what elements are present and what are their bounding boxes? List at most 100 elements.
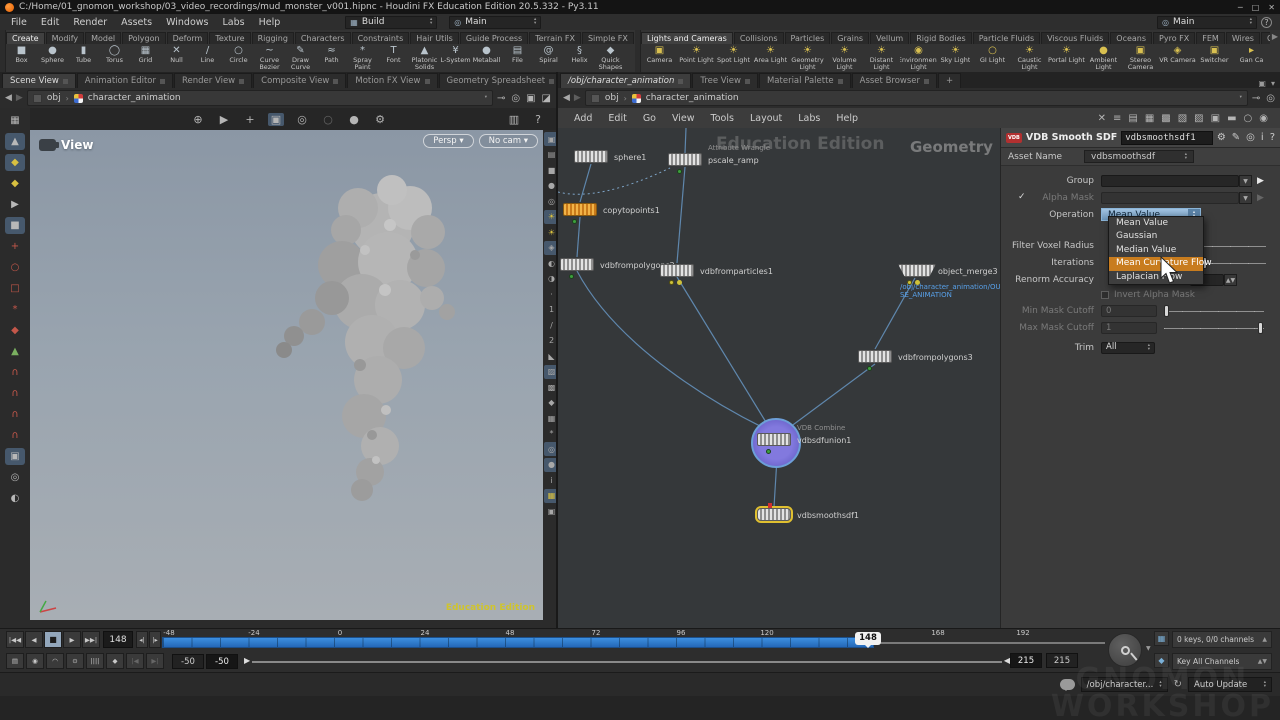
select-tool-icon[interactable]: ▶: [216, 113, 232, 126]
update-mode-combo[interactable]: Auto Update ▴▾: [1188, 677, 1272, 692]
group-input[interactable]: [1101, 175, 1239, 187]
key-mode-combo[interactable]: Key All Channels▲▼: [1172, 653, 1272, 670]
menu-item[interactable]: Windows: [159, 17, 215, 28]
window-button[interactable]: ✕: [1268, 3, 1275, 12]
shelf-tool[interactable]: ~Curve Bezier: [254, 44, 285, 72]
info-display-icon[interactable]: i: [544, 473, 556, 487]
shelf-tool[interactable]: /Line: [192, 44, 223, 72]
pane-tab[interactable]: Asset Browser: [852, 73, 937, 88]
max-mask-cutoff-input[interactable]: 1: [1101, 322, 1157, 334]
magnifier-icon[interactable]: ◎: [1246, 132, 1255, 143]
range-end-input[interactable]: 215: [1010, 653, 1042, 668]
orbit-mode-icon[interactable]: ◎: [5, 469, 25, 486]
shelf-tool[interactable]: *Spray Paint: [347, 44, 378, 72]
snap-grid-icon[interactable]: ◆: [5, 154, 25, 171]
key-dropdown-icon[interactable]: ▼: [1146, 645, 1151, 652]
radial-menu-icon[interactable]: ◎: [1266, 93, 1275, 104]
shelf-tool[interactable]: ✎Draw Curve: [285, 44, 316, 72]
pane-tab[interactable]: Tree View: [692, 73, 758, 88]
shelf-tab[interactable]: Grains: [831, 32, 869, 44]
play-reverse-button[interactable]: ◀: [25, 631, 43, 648]
tab-close-icon[interactable]: [924, 79, 929, 84]
menu-item[interactable]: Help: [252, 17, 288, 28]
network-node[interactable]: vdbfrompolygons3: [858, 350, 892, 363]
network-menu-item[interactable]: Help: [828, 113, 866, 124]
shelf-tab[interactable]: Lights and Cameras: [641, 32, 733, 44]
help-icon[interactable]: ?: [1270, 132, 1275, 143]
shelf-tool[interactable]: ▣Stereo Camera: [1122, 44, 1159, 72]
background-image-icon[interactable]: ▨: [544, 365, 556, 379]
pane-tab[interactable]: +: [938, 73, 961, 88]
flipbook-icon[interactable]: ▦: [1154, 631, 1169, 646]
network-menu-item[interactable]: Tools: [703, 113, 742, 124]
shelf-tool[interactable]: ☀Distant Light: [863, 44, 900, 72]
translate-tool-icon[interactable]: +: [5, 238, 25, 255]
timeline-played-range[interactable]: [162, 637, 874, 648]
asset-name-combo[interactable]: vdbsmoothsdf ▴▾: [1084, 150, 1194, 163]
node-body[interactable]: [660, 264, 694, 277]
shelf-tool[interactable]: ◉Environment Light: [900, 44, 937, 72]
alpha-mask-checkbox[interactable]: ✓: [1018, 192, 1026, 202]
tab-close-icon[interactable]: [63, 79, 68, 84]
viewport-help-icon[interactable]: ?: [530, 113, 546, 126]
persp-button[interactable]: Persp ▾: [423, 134, 473, 148]
angle-display-icon[interactable]: ◣: [544, 349, 556, 363]
network-node[interactable]: copytopoints1: [563, 203, 597, 216]
soft-magnet-icon[interactable]: ∩: [5, 364, 25, 381]
export-view-icon[interactable]: ▣: [544, 504, 556, 518]
transform-tool-icon[interactable]: +: [242, 113, 258, 126]
view-menu-icon[interactable]: [39, 139, 56, 151]
node-body[interactable]: [757, 433, 791, 446]
net-box-icon[interactable]: ▬: [1227, 113, 1236, 124]
viewcube-icon[interactable]: ▣: [5, 448, 25, 465]
group-display-icon[interactable]: ▦: [544, 411, 556, 425]
network-node[interactable]: sphere1: [574, 150, 608, 163]
shelf-tab[interactable]: Deform: [167, 32, 209, 44]
view-tool-icon[interactable]: ⊕: [190, 113, 206, 126]
magnet-pose-icon[interactable]: ∩: [5, 427, 25, 444]
smooth-shade-icon[interactable]: ◑: [544, 272, 556, 286]
network-menu-item[interactable]: Edit: [600, 113, 634, 124]
shelf-tab[interactable]: Particles: [785, 32, 831, 44]
pane-menu-icon[interactable]: ▾: [1271, 79, 1275, 88]
range-start-input[interactable]: -50: [206, 654, 238, 669]
net-palette-icon[interactable]: ▦: [1145, 113, 1154, 124]
message-bubble-icon[interactable]: [1060, 679, 1075, 690]
window-button[interactable]: ─: [1238, 3, 1243, 12]
shelf-tool[interactable]: ○Circle: [223, 44, 254, 72]
shelf-tab[interactable]: FEM: [1196, 32, 1225, 44]
viewport-3d[interactable]: View Persp ▾ No cam ▾ Education Edition: [30, 130, 543, 620]
alpha-mask-input[interactable]: [1101, 192, 1239, 204]
pane-tab[interactable]: Animation Editor: [77, 73, 173, 88]
fan-display-icon[interactable]: *: [544, 427, 556, 441]
menu-item[interactable]: Labs: [215, 17, 251, 28]
checker-icon[interactable]: ▩: [544, 380, 556, 394]
back-icon[interactable]: ◀: [5, 93, 12, 103]
shelfset-combo[interactable]: ◎ Main ▴▾: [449, 16, 541, 29]
shading-icon[interactable]: ◐: [544, 256, 556, 270]
tab-close-icon[interactable]: [425, 79, 430, 84]
snapshot-icon[interactable]: ●: [346, 113, 362, 126]
node-body[interactable]: [858, 350, 892, 363]
net-image-icon[interactable]: ▧: [1178, 113, 1187, 124]
shelf-tab[interactable]: Collisions: [734, 32, 784, 44]
net-postit-icon[interactable]: ▣: [1211, 113, 1220, 124]
forward-icon[interactable]: ▶: [574, 93, 581, 103]
max-mask-cutoff-slider[interactable]: [1164, 322, 1264, 334]
global-time-button[interactable]: ⊙: [66, 653, 84, 669]
shelf-tool[interactable]: ●Ambient Light: [1085, 44, 1122, 72]
net-note-icon[interactable]: ▨: [1194, 113, 1203, 124]
shelf-tool[interactable]: ☀Sky Light: [937, 44, 974, 72]
key-button[interactable]: [1108, 633, 1142, 667]
material-display-icon[interactable]: ◆: [544, 396, 556, 410]
min-mask-cutoff-input[interactable]: 0: [1101, 305, 1157, 317]
shelf-tool[interactable]: ●Sphere: [37, 44, 68, 72]
shelf-tool[interactable]: @Spiral: [533, 44, 564, 72]
headlight-icon[interactable]: ☀: [544, 225, 556, 239]
dropdown-menu-item[interactable]: Gaussian: [1109, 230, 1203, 243]
network-node[interactable]: object_merge3 /obj/character_animation/O…: [898, 264, 936, 277]
geometry-icon[interactable]: ▣: [526, 93, 535, 104]
scale-tool-icon[interactable]: □: [5, 280, 25, 297]
help-icon[interactable]: ?: [1261, 17, 1272, 28]
global-range-end-input[interactable]: 215: [1046, 653, 1078, 668]
